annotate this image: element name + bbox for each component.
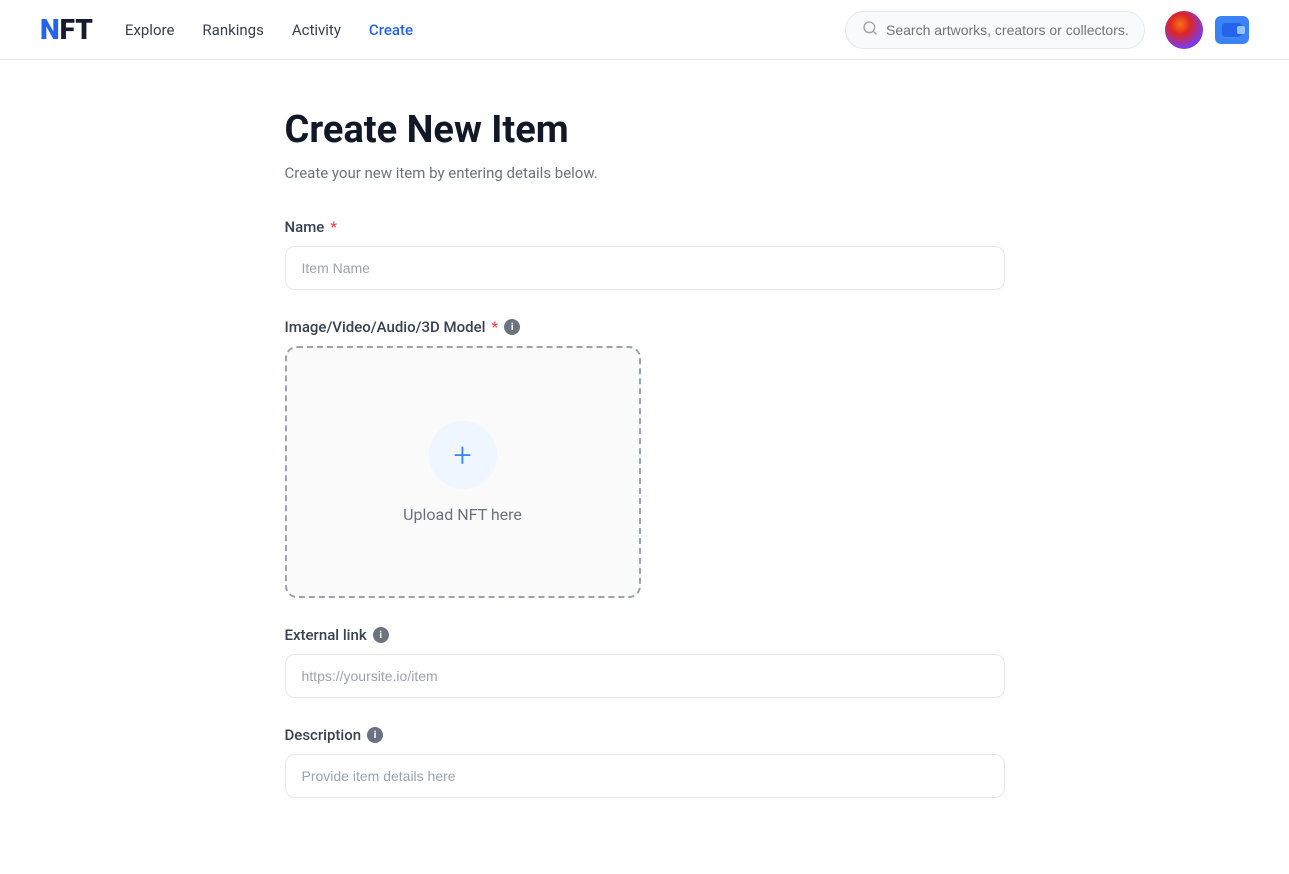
name-form-group: Name * [285,218,1005,290]
search-input[interactable] [886,22,1128,38]
description-label-text: Description [285,726,362,744]
image-label: Image/Video/Audio/3D Model * i [285,318,1005,336]
upload-plus-circle: + [429,421,497,489]
name-required-star: * [330,218,337,236]
logo[interactable]: NFT [40,13,93,46]
name-label: Name * [285,218,1005,236]
search-icon [862,20,878,40]
search-bar [845,11,1145,49]
description-label: Description i [285,726,1005,744]
page-title: Create New Item [285,108,1005,152]
image-label-text: Image/Video/Audio/3D Model [285,318,486,336]
avatar[interactable] [1165,11,1203,49]
name-label-text: Name [285,218,325,236]
upload-area[interactable]: + Upload NFT here [285,346,641,598]
nav-explore[interactable]: Explore [125,21,175,39]
main-content: Create New Item Create your new item by … [245,60,1045,874]
external-link-input[interactable] [285,654,1005,698]
wallet-icon[interactable] [1215,16,1249,44]
external-link-label-text: External link [285,626,367,644]
nav-create[interactable]: Create [369,21,413,39]
image-info-icon[interactable]: i [504,319,520,335]
nav-links: Explore Rankings Activity Create [125,21,845,39]
upload-label: Upload NFT here [403,505,522,524]
navbar: NFT Explore Rankings Activity Create [0,0,1289,60]
description-form-group: Description i [285,726,1005,798]
logo-n: N [40,13,60,46]
external-link-form-group: External link i [285,626,1005,698]
external-link-label: External link i [285,626,1005,644]
name-input[interactable] [285,246,1005,290]
nav-actions [1165,11,1249,49]
nav-rankings[interactable]: Rankings [202,21,263,39]
page-subtitle: Create your new item by entering details… [285,164,1005,182]
nav-activity[interactable]: Activity [292,21,341,39]
description-info-icon[interactable]: i [367,727,383,743]
external-link-info-icon[interactable]: i [373,627,389,643]
image-required-star: * [491,318,498,336]
logo-ft: FT [60,13,93,46]
upload-plus-icon: + [453,439,471,471]
image-form-group: Image/Video/Audio/3D Model * i + Upload N… [285,318,1005,598]
description-input[interactable] [285,754,1005,798]
